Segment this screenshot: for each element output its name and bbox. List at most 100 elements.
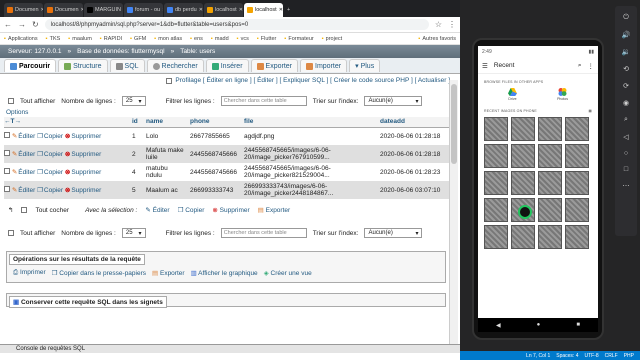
back-icon[interactable]: ◀: [496, 322, 501, 329]
tab-structure[interactable]: Structure: [58, 59, 108, 72]
tab-browse[interactable]: Parcourir: [4, 59, 57, 72]
image-thumbnail[interactable]: [538, 225, 562, 249]
volume-down-icon[interactable]: 🔉: [622, 48, 631, 56]
star-icon[interactable]: ☆: [435, 20, 442, 29]
photos-app[interactable]: Photos: [557, 88, 568, 101]
image-thumbnail[interactable]: [511, 225, 535, 249]
menu-icon[interactable]: ⋮: [448, 20, 456, 29]
sort-index-select-bottom[interactable]: Aucun(e) ▾: [364, 228, 423, 238]
tab-sql[interactable]: SQL: [109, 59, 145, 72]
bookmark-item[interactable]: maalum: [68, 36, 92, 42]
tab-import[interactable]: Importer: [300, 59, 348, 72]
image-thumbnail[interactable]: [484, 117, 508, 141]
more-icon[interactable]: ⋮: [588, 62, 595, 70]
browser-tab[interactable]: localhost ✕: [204, 3, 243, 17]
reload-icon[interactable]: ↻: [32, 20, 39, 29]
options-link[interactable]: Options: [0, 109, 460, 117]
sql-console-bar[interactable]: Console de requêtes SQL: [0, 344, 460, 353]
image-thumbnail[interactable]: [511, 171, 535, 195]
row-delete-button[interactable]: ⊗ Supprimer: [65, 133, 101, 140]
filter-rows-input-bottom[interactable]: Chercher dans cette table: [220, 228, 307, 238]
bookmark-item[interactable]: TKS: [46, 36, 61, 42]
profiling-checkbox[interactable]: [166, 77, 173, 84]
image-thumbnail[interactable]: [538, 117, 562, 141]
bulk-copy-button[interactable]: ❐ Copier: [178, 206, 205, 214]
close-icon[interactable]: ✕: [81, 7, 83, 13]
table-row[interactable]: ✎ Éditer ❐ Copier ⊗ Supprimer 5 Maalum ac 2…: [4, 181, 450, 199]
image-thumbnail[interactable]: [484, 225, 508, 249]
camera-icon[interactable]: ◉: [623, 99, 629, 107]
search-icon[interactable]: ⌕: [578, 62, 582, 70]
url-field[interactable]: localhost/8/phpmyadmin/sql.php?server=1&…: [44, 19, 429, 30]
overview-icon[interactable]: ■: [576, 322, 580, 328]
browser-tab[interactable]: forum - ou✕: [124, 3, 163, 17]
row-copy-button[interactable]: ❐ Copier: [37, 133, 63, 140]
image-thumbnail[interactable]: [484, 171, 508, 195]
profiling-links[interactable]: Profilage [ Éditer en ligne ] [ Éditer ]…: [175, 77, 450, 84]
image-thumbnail[interactable]: [484, 198, 508, 222]
row-edit-button[interactable]: ✎ Éditer: [12, 133, 35, 140]
image-thumbnail[interactable]: [538, 198, 562, 222]
bulk-export-button[interactable]: ▤ Exporter: [258, 206, 291, 214]
table-row[interactable]: ✎ Éditer ❐ Copier ⊗ Supprimer 2 Mafuta make…: [4, 145, 450, 163]
browser-tab[interactable]: Documen ✕: [4, 3, 43, 17]
export-button[interactable]: ▤ Exporter: [152, 269, 185, 277]
close-icon[interactable]: ✕: [239, 7, 243, 13]
row-delete-button[interactable]: ⊗ Supprimer: [65, 169, 101, 176]
row-copy-button[interactable]: ❐ Copier: [37, 187, 63, 194]
breadcrumb-table[interactable]: Table: users: [180, 48, 215, 55]
filter-rows-input[interactable]: Chercher dans cette table: [220, 96, 307, 106]
new-tab-button[interactable]: +: [284, 3, 296, 17]
zoom-icon[interactable]: ⌕: [624, 116, 628, 124]
row-checkbox[interactable]: [4, 132, 10, 139]
bookmark-item[interactable]: Applications: [4, 36, 38, 42]
column-arrows-icon[interactable]: ←T→: [4, 118, 21, 125]
image-thumbnail[interactable]: [565, 117, 589, 141]
row-delete-button[interactable]: ⊗ Supprimer: [65, 187, 101, 194]
rotate-right-icon[interactable]: ⟳: [623, 82, 629, 90]
browser-tab-active[interactable]: localhost ✕: [244, 3, 283, 17]
tab-search[interactable]: Rechercher: [146, 59, 204, 72]
column-header-name[interactable]: name: [146, 117, 190, 128]
close-icon[interactable]: ✕: [162, 7, 163, 13]
bookmark-item[interactable]: ens: [190, 36, 203, 42]
bookmark-legend[interactable]: ▣ Conserver cette requête SQL dans les s…: [9, 296, 167, 308]
bookmark-item[interactable]: Formateur: [284, 36, 313, 42]
grid-view-icon[interactable]: ▦: [588, 109, 592, 113]
rows-per-page-select-bottom[interactable]: 25 ▾: [121, 228, 146, 238]
power-icon[interactable]: ⏻: [623, 14, 629, 22]
column-header-id[interactable]: id: [132, 117, 146, 128]
home-icon[interactable]: ○: [624, 150, 628, 157]
browser-tab[interactable]: MARGUIN ✕: [84, 3, 123, 17]
bookmark-item[interactable]: RAPIDI: [100, 36, 122, 42]
show-all-checkbox-bottom[interactable]: [8, 230, 14, 236]
page-scrollbar[interactable]: [449, 80, 458, 350]
row-copy-button[interactable]: ❐ Copier: [37, 151, 63, 158]
breadcrumb-server[interactable]: Serveur: 127.0.0.1: [8, 48, 61, 55]
close-icon[interactable]: ✕: [41, 7, 43, 13]
table-row[interactable]: ✎ Éditer ❐ Copier ⊗ Supprimer 1 Lolo 266778…: [4, 127, 450, 145]
forward-icon[interactable]: →: [18, 20, 26, 29]
row-checkbox[interactable]: [4, 150, 10, 156]
row-edit-button[interactable]: ✎ Éditer: [12, 187, 35, 194]
bookmark-item[interactable]: mon atlas: [154, 36, 182, 42]
more-icon[interactable]: ⋯: [623, 182, 630, 190]
breadcrumb-database[interactable]: Base de données: fluttermysql: [77, 48, 164, 55]
create-view-button[interactable]: ◈ Créer une vue: [264, 269, 312, 277]
browser-tab[interactable]: Documen ✕: [44, 3, 83, 17]
copy-clipboard-button[interactable]: ❐ Copier dans le presse-papiers: [52, 269, 146, 277]
chart-button[interactable]: ▥ Afficher le graphique: [191, 269, 258, 277]
image-thumbnail[interactable]: [484, 144, 508, 168]
show-all-checkbox[interactable]: [8, 98, 14, 104]
bookmark-item[interactable]: Flutter: [257, 36, 277, 42]
image-thumbnail[interactable]: [511, 117, 535, 141]
hamburger-icon[interactable]: ☰: [482, 62, 488, 70]
drive-app[interactable]: Drive: [508, 88, 517, 101]
row-checkbox[interactable]: [4, 168, 10, 174]
row-copy-button[interactable]: ❐ Copier: [37, 169, 63, 176]
check-all-checkbox[interactable]: [21, 207, 28, 213]
image-thumbnail[interactable]: [538, 171, 562, 195]
scrollbar-thumb[interactable]: [451, 84, 457, 164]
tab-more[interactable]: ▾ Plus: [349, 59, 381, 72]
home-icon[interactable]: ●: [537, 322, 541, 328]
